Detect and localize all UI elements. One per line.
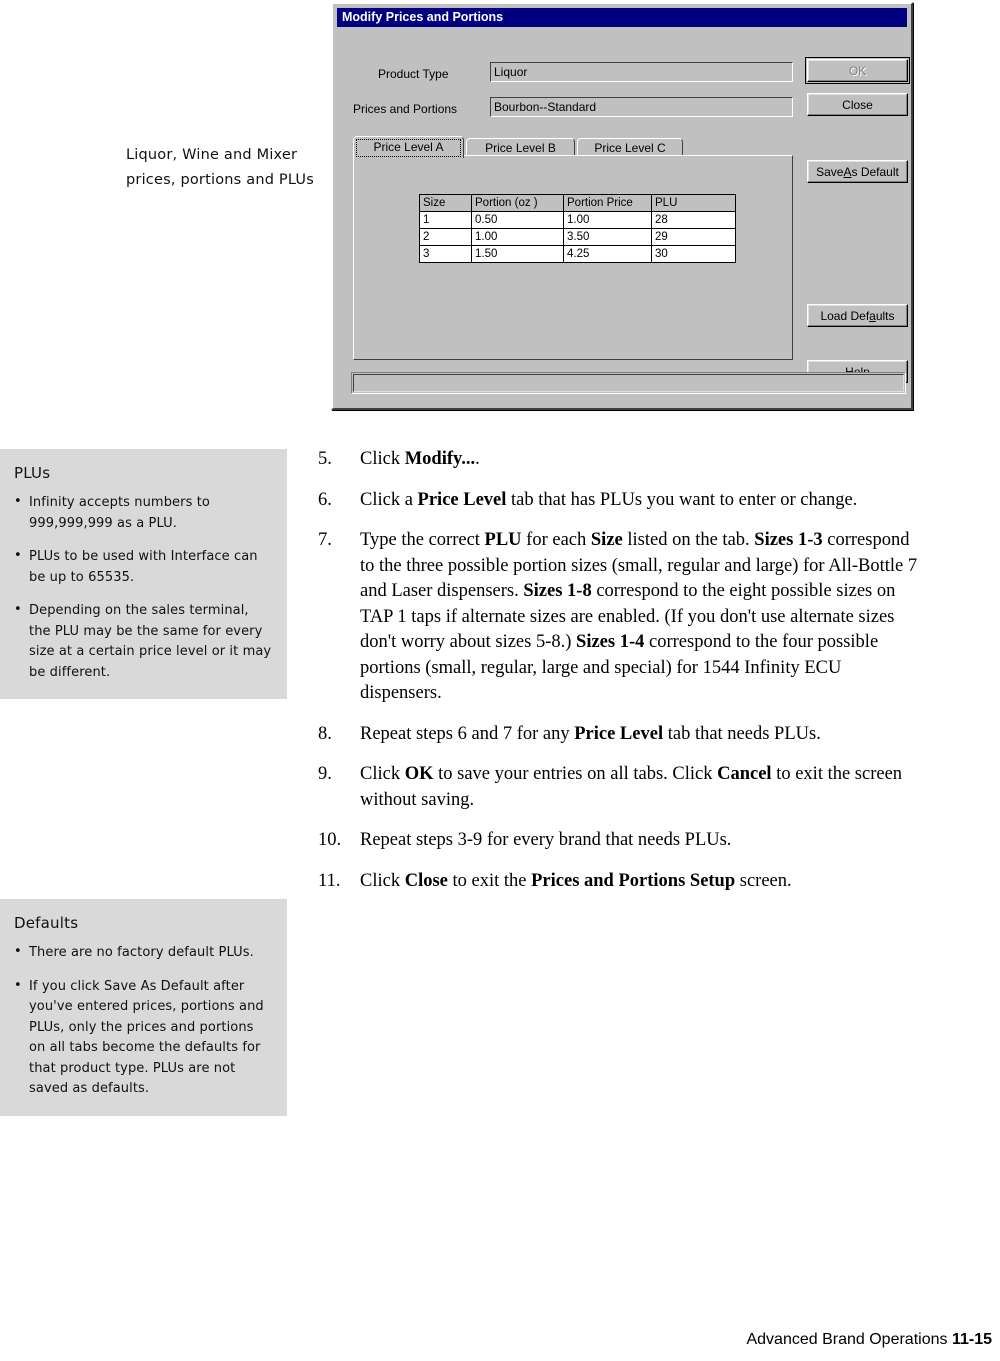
cell-size: 1	[419, 211, 472, 229]
save-as-default-label-post: s Default	[851, 164, 899, 179]
dialog-statusbar-text	[353, 374, 904, 392]
dialog-statusbar	[351, 372, 906, 394]
sidebar-note-plus-title: PLUs	[14, 464, 51, 482]
step-9: 9. Click OK to save your entries on all …	[318, 762, 918, 813]
cell-plu[interactable]: 30	[651, 245, 736, 263]
grid-header-row: Size Portion (oz ) Portion Price PLU	[419, 194, 736, 212]
step-5-text: Click Modify....	[360, 449, 480, 469]
cell-portion-oz[interactable]: 1.50	[471, 245, 564, 263]
grid-header-portion-oz: Portion (oz )	[471, 194, 564, 212]
step-8: 8. Repeat steps 6 and 7 for any Price Le…	[318, 722, 918, 748]
sidebar-note-plus-list: Infinity accepts numbers to 999,999,999 …	[14, 492, 273, 683]
step-9-text: Click OK to save your entries on all tab…	[360, 764, 903, 810]
list-item: PLUs to be used with Interface can be up…	[14, 546, 273, 588]
step-10-number: 10.	[318, 830, 342, 850]
step-7-number: 7.	[318, 530, 332, 550]
close-button[interactable]: Close	[807, 93, 908, 116]
load-defaults-label-post: ults	[875, 308, 895, 323]
cell-portion-price[interactable]: 1.00	[563, 211, 652, 229]
grid-header-size: Size	[419, 194, 472, 212]
prices-and-portions-label: Prices and Portions	[353, 102, 458, 116]
sidebar-note-defaults: Defaults There are no factory default PL…	[0, 899, 287, 1116]
step-10-text: Repeat steps 3-9 for every brand that ne…	[360, 830, 732, 850]
cell-plu[interactable]: 29	[651, 228, 736, 246]
ok-button[interactable]: OK	[805, 57, 910, 84]
step-11-text: Click Close to exit the Prices and Porti…	[360, 870, 792, 891]
grid-header-portion-price: Portion Price	[563, 194, 652, 212]
grid-header-plu: PLU	[651, 194, 736, 212]
step-8-text: Repeat steps 6 and 7 for any Price Level…	[360, 723, 821, 744]
table-row[interactable]: 2 1.00 3.50 29	[419, 228, 736, 246]
step-7: 7. Type the correct PLU for each Size li…	[318, 528, 918, 707]
price-level-tabstrip: Price Level A Price Level B Price Level …	[353, 136, 793, 158]
dialog-client-area: Product Type Liquor Prices and Portions …	[337, 29, 910, 404]
step-8-number: 8.	[318, 723, 332, 744]
dialog-titlebar: Modify Prices and Portions	[337, 8, 907, 27]
step-11: 11. Click Close to exit the Prices and P…	[318, 869, 918, 895]
cell-portion-price[interactable]: 4.25	[563, 245, 652, 263]
save-as-default-accelerator: A	[843, 164, 852, 179]
step-9-number: 9.	[318, 764, 332, 784]
dialog-inner-frame: Modify Prices and Portions Product Type …	[334, 5, 910, 407]
step-5: 5. Click Modify....	[318, 447, 918, 473]
product-type-label: Product Type	[378, 67, 449, 81]
step-7-text: Type the correct PLU for each Size liste…	[360, 530, 918, 703]
margin-caption: Liquor, Wine and Mixer prices, portions …	[126, 147, 314, 188]
cell-size: 2	[419, 228, 472, 246]
price-level-a-page: Size Portion (oz ) Portion Price PLU 1 0…	[353, 155, 793, 360]
cell-size: 3	[419, 245, 472, 263]
tab-focus-ring	[356, 139, 461, 157]
cell-portion-oz[interactable]: 0.50	[471, 211, 564, 229]
step-11-number: 11.	[318, 870, 341, 891]
footer-chapter: Advanced Brand Operations	[746, 1331, 948, 1348]
cell-plu[interactable]: 28	[651, 211, 736, 229]
step-6: 6. Click a Price Level tab that has PLUs…	[318, 488, 918, 514]
procedure-steps: 5. Click Modify.... 6. Click a Price Lev…	[318, 447, 918, 894]
list-item: Infinity accepts numbers to 999,999,999 …	[14, 492, 273, 534]
save-as-default-button[interactable]: Save As Default	[807, 160, 908, 183]
load-defaults-button[interactable]: Load Def a ults	[807, 304, 908, 327]
tab-price-level-a[interactable]: Price Level A	[353, 136, 464, 158]
save-as-default-label-pre: Save	[816, 164, 844, 179]
sidebar-note-defaults-title: Defaults	[14, 914, 79, 932]
prices-and-portions-field[interactable]: Bourbon--Standard	[490, 97, 793, 117]
table-row[interactable]: 3 1.50 4.25 30	[419, 245, 736, 263]
step-5-number: 5.	[318, 449, 332, 469]
step-6-text: Click a Price Level tab that has PLUs yo…	[360, 489, 858, 510]
sidebar-note-defaults-list: There are no factory default PLUs. If yo…	[14, 942, 273, 1100]
page-footer: Advanced Brand Operations 11-15	[746, 1331, 992, 1349]
list-item: Depending on the sales terminal, the PLU…	[14, 600, 273, 683]
product-type-field[interactable]: Liquor	[490, 62, 793, 82]
load-defaults-accelerator: a	[869, 308, 876, 323]
sidebar-note-plus: PLUs Infinity accepts numbers to 999,999…	[0, 449, 287, 699]
list-item: If you click Save As Default after you'v…	[14, 976, 273, 1100]
portions-grid[interactable]: Size Portion (oz ) Portion Price PLU 1 0…	[419, 194, 736, 263]
load-defaults-label-pre: Load Def	[820, 308, 870, 323]
step-10: 10. Repeat steps 3-9 for every brand tha…	[318, 828, 918, 854]
cell-portion-oz[interactable]: 1.00	[471, 228, 564, 246]
footer-page-number: 11-15	[951, 1331, 992, 1348]
step-6-number: 6.	[318, 489, 332, 510]
list-item: There are no factory default PLUs.	[14, 942, 273, 964]
modify-prices-and-portions-dialog: Modify Prices and Portions Product Type …	[331, 2, 913, 410]
table-row[interactable]: 1 0.50 1.00 28	[419, 211, 736, 229]
cell-portion-price[interactable]: 3.50	[563, 228, 652, 246]
